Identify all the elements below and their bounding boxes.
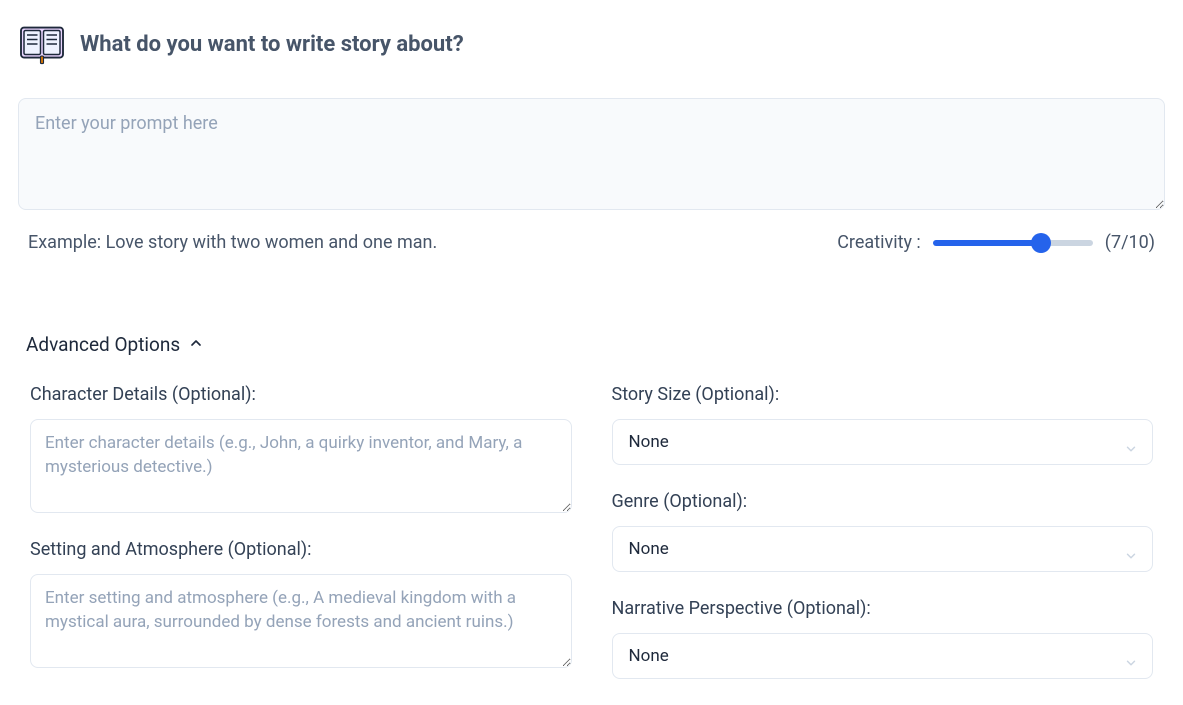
prompt-input[interactable]	[18, 98, 1165, 210]
creativity-value: (7/10)	[1105, 232, 1155, 253]
narrative-perspective-select[interactable]: None	[612, 633, 1154, 679]
character-details-label: Character Details (Optional):	[30, 384, 572, 405]
creativity-control: Creativity : (7/10)	[837, 232, 1155, 253]
prompt-footer: Example: Love story with two women and o…	[18, 232, 1165, 253]
genre-select[interactable]: None	[612, 526, 1154, 572]
genre-selected: None	[629, 539, 669, 559]
page-title: What do you want to write story about?	[80, 32, 464, 57]
advanced-options-toggle[interactable]: Advanced Options	[26, 333, 1165, 356]
creativity-slider[interactable]	[933, 240, 1093, 246]
story-size-select[interactable]: None	[612, 419, 1154, 465]
advanced-options-panel: Character Details (Optional): Setting an…	[18, 384, 1165, 705]
setting-atmosphere-input[interactable]	[30, 574, 572, 668]
narrative-perspective-label: Narrative Perspective (Optional):	[612, 598, 1154, 619]
story-size-label: Story Size (Optional):	[612, 384, 1154, 405]
character-details-input[interactable]	[30, 419, 572, 513]
creativity-label: Creativity :	[837, 232, 921, 253]
narrative-perspective-selected: None	[629, 646, 669, 666]
advanced-options-label: Advanced Options	[26, 333, 180, 356]
book-icon	[18, 20, 66, 68]
example-text: Example: Love story with two women and o…	[28, 232, 437, 253]
chevron-up-icon	[188, 335, 204, 355]
story-size-selected: None	[629, 432, 669, 452]
page-header: What do you want to write story about?	[18, 20, 1165, 68]
setting-atmosphere-label: Setting and Atmosphere (Optional):	[30, 539, 572, 560]
genre-label: Genre (Optional):	[612, 491, 1154, 512]
